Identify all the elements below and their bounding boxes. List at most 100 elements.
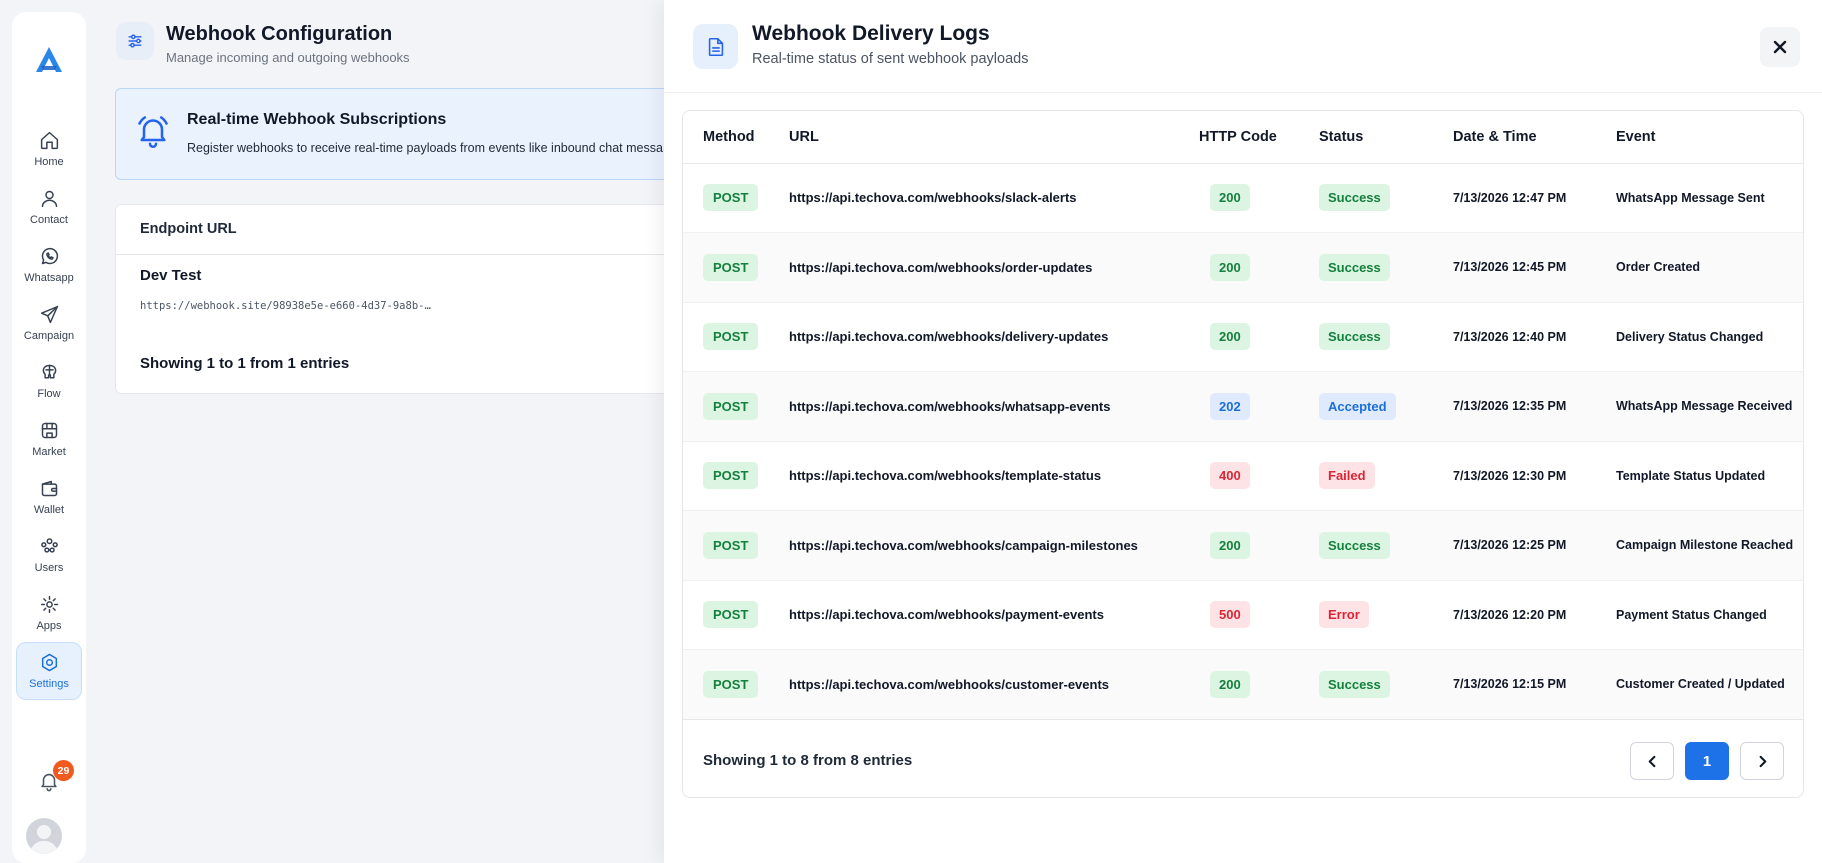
cell-status: Success — [1319, 649, 1453, 720]
cell-url: https://api.techova.com/webhooks/slack-a… — [789, 163, 1199, 233]
cell-http-code: 200 — [1199, 649, 1319, 720]
delivery-logs-table: Method URL HTTP Code Status Date & Time … — [683, 111, 1803, 720]
sidebar-item-contact[interactable]: Contact — [16, 178, 82, 236]
document-icon — [708, 37, 723, 56]
sidebar-item-market[interactable]: Market — [16, 410, 82, 468]
table-row[interactable]: POST https://api.techova.com/webhooks/wha… — [683, 371, 1803, 442]
cell-date-time: 7/13/2026 12:20 PM — [1453, 580, 1616, 650]
cell-url: https://api.techova.com/webhooks/order-u… — [789, 232, 1199, 303]
close-icon — [1773, 40, 1787, 54]
endpoint-entries-count: Showing 1 to 1 from 1 entries — [140, 355, 350, 372]
cell-http-code: 202 — [1199, 371, 1319, 442]
users-icon — [40, 538, 58, 553]
cell-method: POST — [683, 232, 789, 303]
http-code-badge: 200 — [1210, 323, 1250, 351]
table-row[interactable]: POST https://api.techova.com/webhooks/cam… — [683, 510, 1803, 581]
http-code-badge: 400 — [1210, 462, 1250, 490]
bell-icon — [138, 116, 168, 148]
cell-url: https://api.techova.com/webhooks/templat… — [789, 441, 1199, 511]
table-row[interactable]: POST https://api.techova.com/webhooks/pay… — [683, 580, 1803, 650]
table-footer: Showing 1 to 8 from 8 entries 1 — [683, 719, 1803, 797]
cell-status: Failed — [1319, 441, 1453, 511]
status-badge: Success — [1319, 253, 1390, 281]
cell-http-code: 200 — [1199, 232, 1319, 303]
status-badge: Accepted — [1319, 392, 1396, 420]
prev-page-button[interactable] — [1630, 742, 1674, 780]
header-icon-box — [116, 22, 154, 60]
sidebar-item-users[interactable]: Users — [16, 526, 82, 584]
panel-icon-box — [693, 24, 738, 69]
page-header: Webhook Configuration Manage incoming an… — [116, 22, 410, 65]
chevron-left-icon — [1648, 755, 1655, 767]
endpoint-url: https://webhook.site/98938e5e-e660-4d37-… — [140, 300, 431, 312]
sidebar-item-label: Contact — [30, 214, 68, 226]
http-code-badge: 200 — [1210, 253, 1250, 281]
cell-method: POST — [683, 302, 789, 372]
column-header-url: URL — [789, 111, 1199, 164]
cell-http-code: 400 — [1199, 441, 1319, 511]
table-row[interactable]: POST https://api.techova.com/webhooks/tem… — [683, 441, 1803, 511]
method-badge: POST — [703, 670, 759, 698]
store-icon — [41, 422, 57, 439]
sidebar-item-wallet[interactable]: Wallet — [16, 468, 82, 526]
close-panel-button[interactable] — [1760, 27, 1800, 67]
cell-status: Error — [1319, 580, 1453, 650]
table-row[interactable]: POST https://api.techova.com/webhooks/ord… — [683, 232, 1803, 303]
http-code-badge: 500 — [1210, 601, 1250, 629]
status-badge: Success — [1319, 184, 1390, 212]
table-body: POST https://api.techova.com/webhooks/sla… — [683, 163, 1803, 720]
contact-icon — [41, 190, 57, 208]
gear-icon — [41, 653, 57, 672]
sidebar-item-flow[interactable]: Flow — [16, 352, 82, 410]
info-card-title: Real-time Webhook Subscriptions — [187, 111, 447, 128]
sidebar-item-settings[interactable]: Settings — [16, 642, 82, 700]
cell-status: Success — [1319, 163, 1453, 233]
cell-method: POST — [683, 163, 789, 233]
cell-date-time: 7/13/2026 12:25 PM — [1453, 510, 1616, 581]
cell-method: POST — [683, 649, 789, 720]
method-badge: POST — [703, 601, 759, 629]
cell-url: https://api.techova.com/webhooks/custome… — [789, 649, 1199, 720]
next-page-button[interactable] — [1740, 742, 1784, 780]
cell-date-time: 7/13/2026 12:47 PM — [1453, 163, 1616, 233]
entries-count: Showing 1 to 8 from 8 entries — [703, 752, 913, 769]
cell-http-code: 200 — [1199, 510, 1319, 581]
status-badge: Success — [1319, 670, 1390, 698]
apps-icon — [40, 595, 58, 614]
sidebar-item-apps[interactable]: Apps — [16, 584, 82, 642]
http-code-badge: 200 — [1210, 531, 1250, 559]
sidebar-item-label: Wallet — [33, 504, 65, 516]
cell-http-code: 500 — [1199, 580, 1319, 650]
endpoint-name[interactable]: Dev Test — [140, 267, 201, 284]
avatar[interactable] — [26, 818, 62, 854]
page-button-current[interactable]: 1 — [1685, 742, 1729, 780]
cell-event: WhatsApp Message Sent — [1616, 163, 1803, 233]
table-row[interactable]: POST https://api.techova.com/webhooks/sla… — [683, 163, 1803, 233]
chevron-right-icon — [1759, 755, 1766, 767]
sidebar-item-label: Settings — [29, 678, 69, 690]
sidebar-item-whatsapp[interactable]: Whatsapp — [16, 236, 82, 294]
panel-subtitle: Real-time status of sent webhook payload… — [752, 51, 1029, 67]
cell-url: https://api.techova.com/webhooks/campaig… — [789, 510, 1199, 581]
panel-header: Webhook Delivery Logs Real-time status o… — [664, 0, 1822, 93]
http-code-badge: 200 — [1210, 184, 1250, 212]
table-row[interactable]: POST https://api.techova.com/webhooks/cus… — [683, 649, 1803, 720]
cell-event: Customer Created / Updated — [1616, 649, 1803, 720]
method-badge: POST — [703, 531, 759, 559]
flow-icon — [42, 364, 56, 379]
notification-count-badge: 29 — [53, 760, 74, 781]
whatsapp-icon — [41, 247, 58, 265]
table-row[interactable]: POST https://api.techova.com/webhooks/del… — [683, 302, 1803, 372]
brand-logo-icon[interactable] — [31, 42, 67, 78]
cell-status: Accepted — [1319, 371, 1453, 442]
http-code-badge: 202 — [1210, 392, 1250, 420]
cell-status: Success — [1319, 232, 1453, 303]
sidebar-item-label: Flow — [37, 388, 61, 400]
sidebar-item-campaign[interactable]: Campaign — [16, 294, 82, 352]
sidebar-item-home[interactable]: Home — [16, 120, 82, 178]
cell-event: Order Created — [1616, 232, 1803, 303]
home-icon — [40, 131, 58, 150]
column-header-date-time: Date & Time — [1453, 111, 1616, 164]
table-header-row: Method URL HTTP Code Status Date & Time … — [683, 111, 1803, 164]
notifications-button[interactable]: 29 — [32, 760, 74, 798]
